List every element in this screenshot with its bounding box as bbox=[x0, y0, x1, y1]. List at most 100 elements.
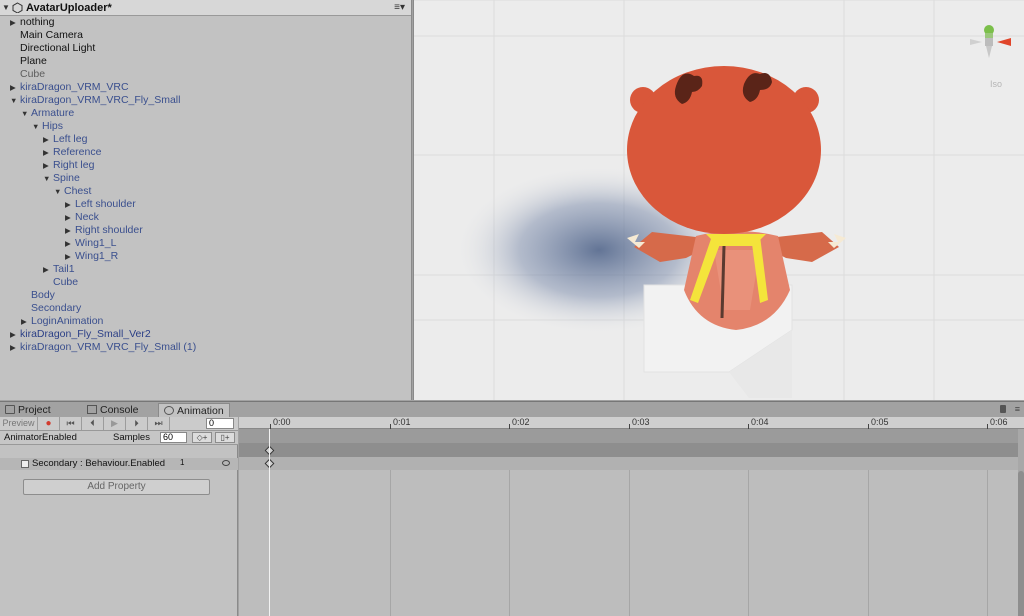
timeline-summary-band[interactable] bbox=[239, 443, 1024, 457]
hierarchy-item[interactable]: ▼ kiraDragon_VRM_VRC_Fly_Small bbox=[10, 94, 180, 107]
hierarchy-item[interactable]: ▶ Left shoulder bbox=[65, 198, 136, 211]
record-button[interactable]: ● bbox=[38, 417, 60, 430]
hierarchy-item[interactable]: Body bbox=[21, 289, 55, 302]
hierarchy-item[interactable]: ▶ Tail1 bbox=[43, 263, 75, 276]
collapsed-arrow-icon[interactable]: ▶ bbox=[65, 250, 75, 263]
samples-input[interactable]: 60 bbox=[160, 432, 187, 443]
collapsed-arrow-icon[interactable]: ▶ bbox=[65, 224, 75, 237]
playhead[interactable] bbox=[269, 429, 270, 616]
expanded-arrow-icon[interactable]: ▼ bbox=[54, 185, 64, 198]
timeline-grid-line bbox=[629, 470, 630, 616]
hierarchy-item[interactable]: Main Camera bbox=[10, 29, 83, 42]
expanded-arrow-icon[interactable]: ▼ bbox=[32, 120, 42, 133]
property-value[interactable]: 1 bbox=[180, 458, 184, 468]
collapsed-arrow-icon[interactable]: ▶ bbox=[65, 211, 75, 224]
scene-view[interactable]: Iso bbox=[413, 0, 1024, 400]
add-event-icon[interactable]: ▯+ bbox=[215, 432, 235, 443]
last-key-icon[interactable]: ⏭ bbox=[148, 417, 170, 430]
scene-header[interactable]: ▼ AvatarUploader* ≡▾ bbox=[0, 0, 411, 16]
next-key-icon[interactable]: ⏵ bbox=[126, 417, 148, 430]
expanded-arrow-icon[interactable]: ▼ bbox=[21, 107, 31, 120]
timeline-grid-line bbox=[509, 470, 510, 616]
tab-menu-icon[interactable]: ≡ bbox=[1015, 404, 1020, 414]
property-label: Secondary : Behaviour.Enabled bbox=[32, 458, 166, 469]
hierarchy-item[interactable]: ▶ kiraDragon_VRM_VRC_Fly_Small (1) bbox=[10, 341, 196, 354]
clip-selector[interactable]: AnimatorEnabled bbox=[4, 431, 77, 444]
collapsed-arrow-icon[interactable]: ▶ bbox=[43, 159, 53, 172]
collapsed-arrow-icon[interactable]: ▶ bbox=[10, 16, 20, 29]
tick-label: 0:05 bbox=[871, 417, 889, 427]
hierarchy-item[interactable]: ▶ Left leg bbox=[43, 133, 87, 146]
timeline-event-band[interactable] bbox=[239, 429, 1024, 443]
tab-console[interactable]: Console bbox=[82, 403, 144, 418]
animation-property-panel: Preview ● ⏮ ⏴ ▶ ⏵ ⏭ 0 AnimatorEnabled Sa… bbox=[0, 417, 238, 616]
hierarchy-item[interactable]: ▶ nothing bbox=[10, 16, 54, 29]
hierarchy-item-label: Left shoulder bbox=[75, 198, 136, 210]
collapsed-arrow-icon[interactable]: ▶ bbox=[21, 315, 31, 328]
collapsed-arrow-icon[interactable]: ▶ bbox=[10, 341, 20, 354]
hierarchy-item[interactable]: ▼ Spine bbox=[43, 172, 80, 185]
animation-timeline[interactable]: 0:00 0:01 0:02 0:03 0:04 0:05 0:06 bbox=[239, 417, 1024, 616]
hierarchy-item[interactable]: ▶ Wing1_R bbox=[65, 250, 118, 263]
tick-label: 0:02 bbox=[512, 417, 530, 427]
hierarchy-item-label: Plane bbox=[20, 55, 47, 67]
play-icon[interactable]: ▶ bbox=[104, 417, 126, 430]
collapsed-arrow-icon[interactable]: ▶ bbox=[43, 146, 53, 159]
property-row[interactable]: Secondary : Behaviour.Enabled 1 bbox=[0, 458, 238, 470]
time-ruler[interactable]: 0:00 0:01 0:02 0:03 0:04 0:05 0:06 bbox=[239, 417, 1024, 429]
hierarchy-item[interactable]: ▶ Right leg bbox=[43, 159, 94, 172]
lock-icon[interactable] bbox=[1000, 405, 1006, 413]
hierarchy-item[interactable]: ▼ Armature bbox=[21, 107, 74, 120]
frame-input[interactable]: 0 bbox=[206, 418, 234, 429]
hierarchy-item[interactable]: Cube bbox=[10, 68, 45, 81]
hierarchy-item[interactable]: ▶ Reference bbox=[43, 146, 101, 159]
panel-menu-icon[interactable]: ≡▾ bbox=[394, 2, 405, 13]
hierarchy-item[interactable]: ▶ kiraDragon_VRM_VRC bbox=[10, 81, 129, 94]
tab-project[interactable]: Project bbox=[0, 403, 56, 418]
hierarchy-item[interactable]: Secondary bbox=[21, 302, 81, 315]
samples-label: Samples bbox=[113, 432, 150, 443]
scene-canvas bbox=[414, 0, 1024, 400]
expanded-arrow-icon[interactable]: ▼ bbox=[43, 172, 53, 185]
hierarchy-item-label: Left leg bbox=[53, 133, 88, 145]
hierarchy-item[interactable]: Directional Light bbox=[10, 42, 95, 55]
add-property-button[interactable]: Add Property bbox=[23, 479, 210, 495]
collapsed-arrow-icon[interactable]: ▶ bbox=[10, 328, 20, 341]
orientation-gizmo[interactable] bbox=[970, 25, 1011, 58]
collapsed-arrow-icon[interactable]: ▶ bbox=[65, 198, 75, 211]
hierarchy-item-label: Main Camera bbox=[20, 29, 84, 41]
collapse-arrow-icon[interactable]: ▼ bbox=[2, 3, 12, 12]
collapsed-arrow-icon[interactable]: ▶ bbox=[43, 133, 53, 146]
prev-key-icon[interactable]: ⏴ bbox=[82, 417, 104, 430]
collapsed-arrow-icon[interactable]: ▶ bbox=[43, 263, 53, 276]
preview-button[interactable]: Preview bbox=[0, 417, 38, 430]
tick-label: 0:01 bbox=[393, 417, 411, 427]
hierarchy-item-label: Cube bbox=[53, 276, 79, 288]
first-key-icon[interactable]: ⏮ bbox=[60, 417, 82, 430]
hierarchy-item[interactable]: Plane bbox=[10, 55, 47, 68]
scroll-thumb[interactable] bbox=[1018, 471, 1024, 616]
tick-label: 0:00 bbox=[273, 417, 291, 427]
hierarchy-item[interactable]: ▶ Right shoulder bbox=[65, 224, 143, 237]
hierarchy-item-label: kiraDragon_VRM_VRC_Fly_Small bbox=[20, 94, 181, 106]
hierarchy-item[interactable]: ▶ Neck bbox=[65, 211, 99, 224]
hierarchy-item[interactable]: ▶ Wing1_L bbox=[65, 237, 116, 250]
timeline-property-band[interactable] bbox=[239, 457, 1024, 470]
hierarchy-item-label: nothing bbox=[20, 16, 55, 28]
hierarchy-item[interactable]: ▶ kiraDragon_Fly_Small_Ver2 bbox=[10, 328, 151, 341]
gizmo-projection-label[interactable]: Iso bbox=[990, 79, 1002, 89]
hierarchy-item[interactable]: ▼ Chest bbox=[54, 185, 91, 198]
hierarchy-item[interactable]: ▶ LoginAnimation bbox=[21, 315, 103, 328]
tab-animation[interactable]: Animation bbox=[158, 403, 230, 418]
add-keyframe-icon[interactable]: ◇+ bbox=[192, 432, 212, 443]
timeline-scrollbar[interactable] bbox=[1018, 429, 1024, 616]
keyframe-toggle-icon[interactable] bbox=[222, 460, 230, 466]
collapsed-arrow-icon[interactable]: ▶ bbox=[10, 81, 20, 94]
hierarchy-item[interactable]: Cube bbox=[43, 276, 78, 289]
hierarchy-item-label: Neck bbox=[75, 211, 99, 223]
clip-toolbar: AnimatorEnabled Samples 60 ◇+ ▯+ bbox=[0, 431, 238, 445]
expanded-arrow-icon[interactable]: ▼ bbox=[10, 94, 20, 107]
hierarchy-item[interactable]: ▼ Hips bbox=[32, 120, 63, 133]
property-checkbox[interactable] bbox=[21, 460, 29, 468]
collapsed-arrow-icon[interactable]: ▶ bbox=[65, 237, 75, 250]
